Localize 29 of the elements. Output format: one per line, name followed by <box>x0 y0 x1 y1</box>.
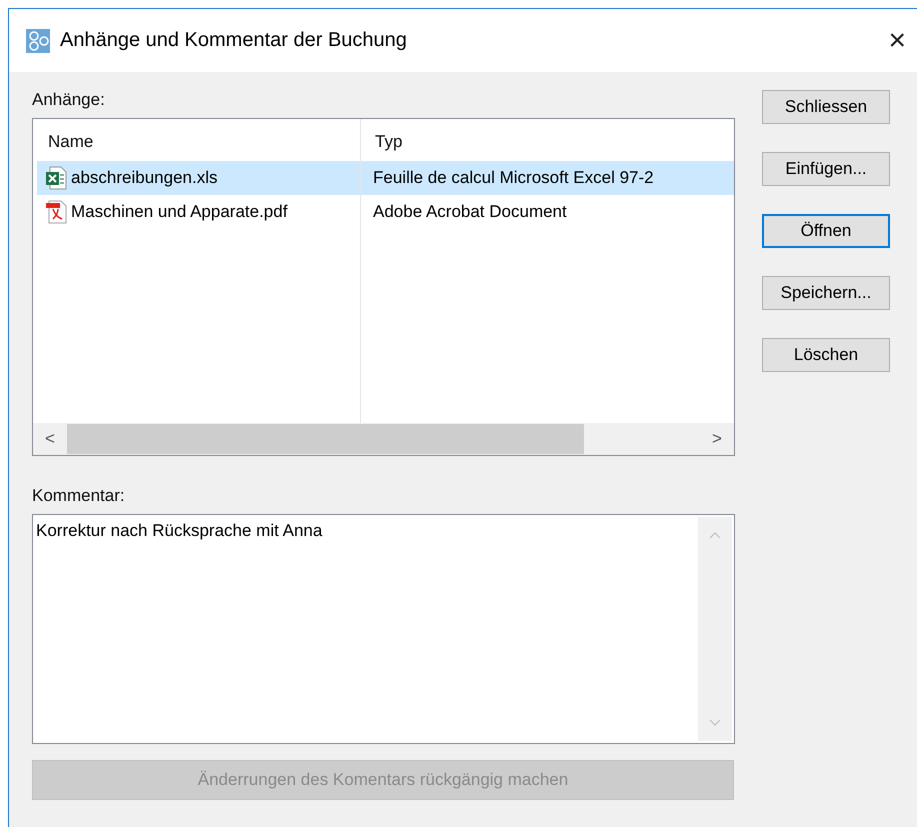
scroll-down-icon[interactable] <box>709 719 721 727</box>
action-button[interactable]: Einfügen... <box>762 152 890 186</box>
file-type-cell-text: Adobe Acrobat Document <box>372 201 568 223</box>
file-name-cell[interactable]: abschreibungen.xls <box>37 161 360 195</box>
scroll-up-icon[interactable] <box>709 531 721 539</box>
file-name-cell[interactable]: Maschinen und Apparate.pdf <box>37 195 360 229</box>
action-button[interactable]: Öffnen <box>762 214 890 248</box>
comment-text: Korrektur nach Rücksprache mit Anna <box>36 521 322 540</box>
attachments-label: Anhänge: <box>32 90 106 110</box>
column-header[interactable]: Typ <box>360 125 734 159</box>
action-button[interactable]: Schliessen <box>762 90 890 124</box>
spreadsheet-file-icon <box>45 166 67 190</box>
scrollbar-thumb[interactable] <box>67 424 584 454</box>
file-type-cell: Feuille de calcul Microsoft Excel 97-2 <box>360 161 734 195</box>
file-name: Maschinen und Apparate.pdf <box>71 202 288 222</box>
app-logo-icon <box>26 28 50 52</box>
pdf-file-icon <box>45 200 67 224</box>
scroll-right-button[interactable]: > <box>700 423 734 455</box>
scroll-left-button[interactable]: < <box>33 423 67 455</box>
action-button[interactable]: Speichern... <box>762 276 890 310</box>
vertical-scrollbar[interactable] <box>698 517 732 741</box>
window-title: Anhänge und Kommentar der Buchung <box>60 29 408 52</box>
close-button[interactable]: × <box>884 24 910 58</box>
column-header[interactable]: Name <box>33 125 360 159</box>
horizontal-scrollbar[interactable]: < > <box>33 423 734 455</box>
comment-field[interactable]: Korrektur nach Rücksprache mit Anna <box>32 514 735 744</box>
comment-label: Kommentar: <box>32 486 126 506</box>
action-button[interactable]: Löschen <box>762 338 890 372</box>
file-name: abschreibungen.xls <box>71 168 218 188</box>
